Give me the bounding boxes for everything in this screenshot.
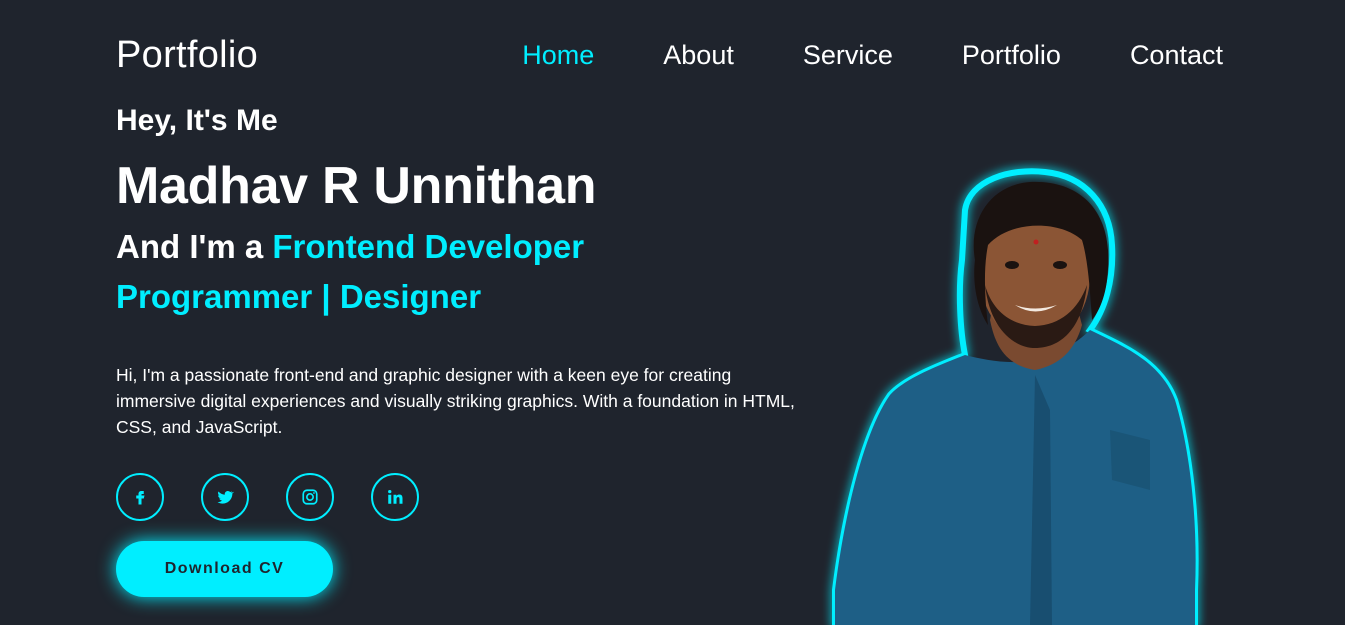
- site-header: Portfolio Home About Service Portfolio C…: [0, 0, 1345, 110]
- profile-photo: [832, 168, 1199, 625]
- twitter-icon: [217, 490, 234, 504]
- name-heading: Madhav R Unnithan: [116, 157, 597, 215]
- download-cv-button[interactable]: Download CV: [116, 541, 333, 597]
- greeting-text: Hey, It's Me: [116, 108, 278, 137]
- nav-contact[interactable]: Contact: [1130, 40, 1223, 71]
- role-line-1: Frontend Developer: [272, 228, 585, 265]
- portfolio-page: Portfolio Home About Service Portfolio C…: [0, 0, 1345, 625]
- logo-link[interactable]: Portfolio: [116, 34, 258, 77]
- twitter-link[interactable]: [201, 473, 249, 521]
- nav-home[interactable]: Home: [522, 40, 594, 71]
- nav-portfolio[interactable]: Portfolio: [962, 40, 1061, 71]
- nav-service[interactable]: Service: [803, 40, 893, 71]
- hero-section: Hey, It's Me Madhav R Unnithan And I'm a…: [116, 108, 816, 521]
- facebook-link[interactable]: [116, 473, 164, 521]
- main-nav: Home About Service Portfolio Contact: [453, 40, 1223, 71]
- greeting-heading: Hey, It's Me: [116, 108, 816, 142]
- social-links: [116, 473, 816, 521]
- linkedin-link[interactable]: [371, 473, 419, 521]
- facebook-icon: [136, 491, 145, 505]
- role-heading: And I'm a Frontend Developer Programmer …: [116, 222, 816, 322]
- bio-paragraph: Hi, I'm a passionate front-end and graph…: [116, 365, 795, 437]
- role-line-2: Programmer | Designer: [116, 278, 482, 315]
- role-prefix: And I'm a: [116, 228, 273, 265]
- nav-about[interactable]: About: [663, 40, 734, 71]
- linkedin-icon: [388, 489, 403, 504]
- instagram-icon: [302, 489, 318, 505]
- instagram-link[interactable]: [286, 473, 334, 521]
